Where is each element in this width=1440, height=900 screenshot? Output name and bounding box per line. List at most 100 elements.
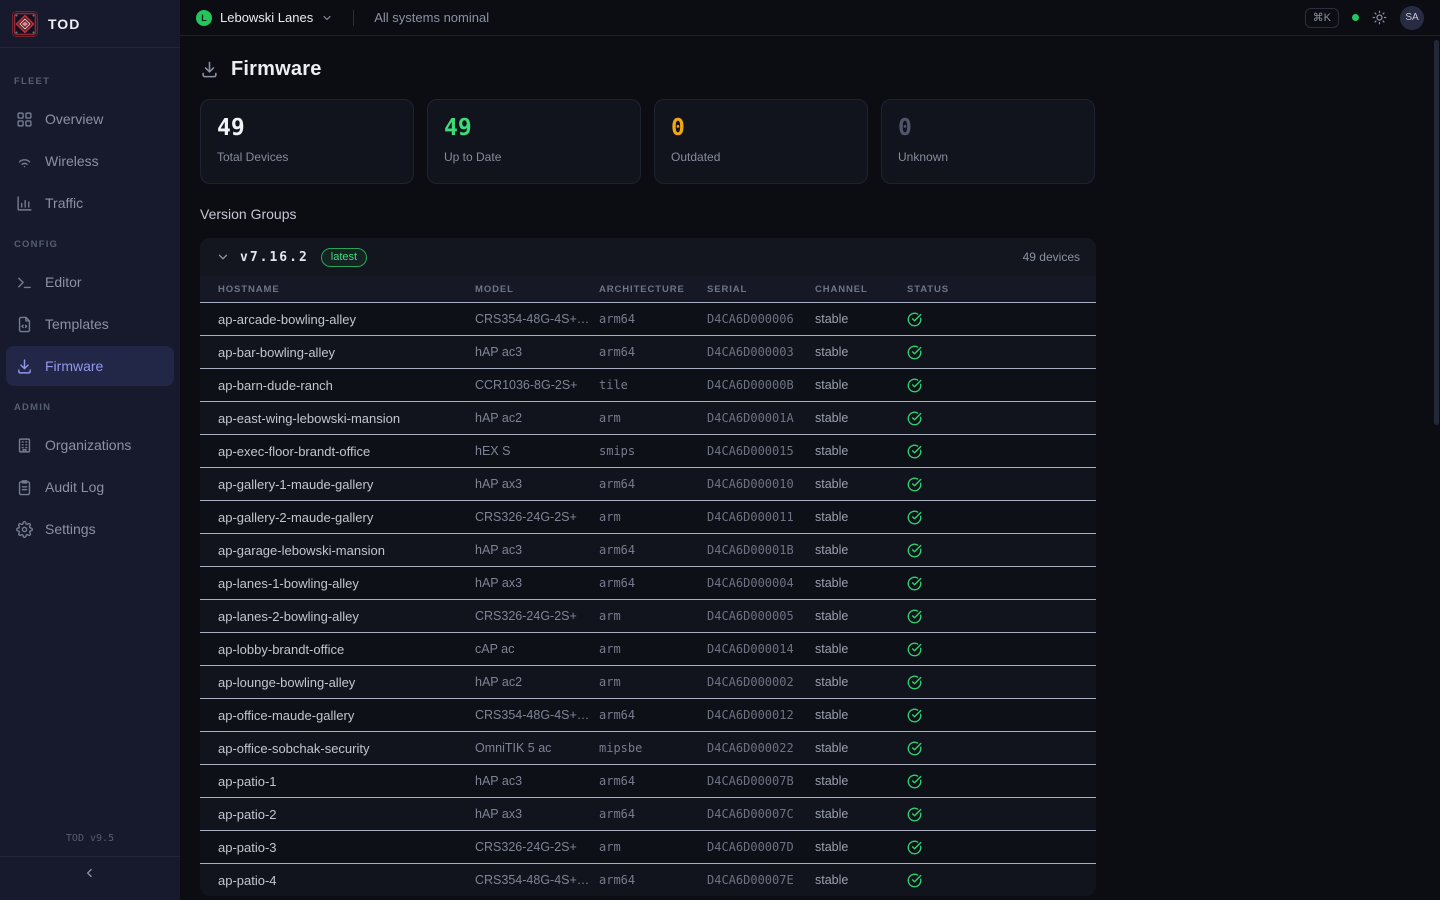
command-palette-button[interactable]: ⌘K <box>1305 8 1339 28</box>
stat-card-total-devices: 49 Total Devices <box>200 99 414 184</box>
sidebar-item-label: Overview <box>45 111 103 127</box>
cell-channel: stable <box>815 708 907 722</box>
table-row[interactable]: ap-arcade-bowling-alley CRS354-48G-4S+… … <box>200 302 1096 335</box>
sidebar-item-label: Organizations <box>45 437 131 453</box>
cell-serial: D4CA6D000006 <box>707 312 815 326</box>
health-status-dot <box>1352 14 1359 21</box>
cell-architecture: arm <box>599 609 707 623</box>
table-row[interactable]: ap-lounge-bowling-alley hAP ac2 arm D4CA… <box>200 665 1096 698</box>
check-circle-icon <box>907 708 1096 723</box>
cell-serial: D4CA6D000012 <box>707 708 815 722</box>
cell-channel: stable <box>815 312 907 326</box>
cell-hostname: ap-bar-bowling-alley <box>218 345 475 360</box>
check-circle-icon <box>907 675 1096 690</box>
org-selector[interactable]: L Lebowski Lanes <box>196 10 333 26</box>
sidebar-item-editor[interactable]: Editor <box>6 262 174 302</box>
cell-architecture: arm64 <box>599 873 707 887</box>
sidebar-item-overview[interactable]: Overview <box>6 99 174 139</box>
table-row[interactable]: ap-patio-3 CRS326-24G-2S+ arm D4CA6D0000… <box>200 830 1096 863</box>
table-row[interactable]: ap-office-sobchak-security OmniTIK 5 ac … <box>200 731 1096 764</box>
column-header-serial: SERIAL <box>707 284 815 295</box>
sidebar-item-wireless[interactable]: Wireless <box>6 141 174 181</box>
table-row[interactable]: ap-gallery-2-maude-gallery CRS326-24G-2S… <box>200 500 1096 533</box>
stat-value: 0 <box>898 115 1078 141</box>
gear-icon <box>16 521 33 538</box>
table-row[interactable]: ap-exec-floor-brandt-office hEX S smips … <box>200 434 1096 467</box>
user-avatar[interactable]: SA <box>1400 6 1424 30</box>
sidebar-item-settings[interactable]: Settings <box>6 509 174 549</box>
table-row[interactable]: ap-lanes-2-bowling-alley CRS326-24G-2S+ … <box>200 599 1096 632</box>
cell-model: hAP ax3 <box>475 807 599 821</box>
stats-grid: 49 Total Devices 49 Up to Date 0 Outdate… <box>200 99 1096 184</box>
cell-channel: stable <box>815 873 907 887</box>
scrollbar-thumb[interactable] <box>1434 40 1439 425</box>
cell-architecture: arm64 <box>599 708 707 722</box>
cell-serial: D4CA6D00001A <box>707 411 815 425</box>
cell-model: hAP ac3 <box>475 543 599 557</box>
stat-label: Outdated <box>671 150 851 164</box>
table-row[interactable]: ap-patio-1 hAP ac3 arm64 D4CA6D00007B st… <box>200 764 1096 797</box>
sidebar-item-firmware[interactable]: Firmware <box>6 346 174 386</box>
cell-serial: D4CA6D000005 <box>707 609 815 623</box>
stat-label: Unknown <box>898 150 1078 164</box>
cell-channel: stable <box>815 741 907 755</box>
cell-model: CRS326-24G-2S+ <box>475 609 599 623</box>
table-row[interactable]: ap-gallery-1-maude-gallery hAP ax3 arm64… <box>200 467 1096 500</box>
check-circle-icon <box>907 378 1096 393</box>
cell-serial: D4CA6D00007D <box>707 840 815 854</box>
cell-architecture: arm64 <box>599 477 707 491</box>
theme-toggle-sun-icon[interactable] <box>1372 10 1387 25</box>
cell-serial: D4CA6D000004 <box>707 576 815 590</box>
cell-channel: stable <box>815 642 907 656</box>
cell-architecture: tile <box>599 378 707 392</box>
stat-value: 49 <box>444 115 624 141</box>
table-row[interactable]: ap-barn-dude-ranch CCR1036-8G-2S+ tile D… <box>200 368 1096 401</box>
table-row[interactable]: ap-office-maude-gallery CRS354-48G-4S+… … <box>200 698 1096 731</box>
cell-serial: D4CA6D000014 <box>707 642 815 656</box>
cell-channel: stable <box>815 675 907 689</box>
cell-hostname: ap-patio-3 <box>218 840 475 855</box>
cell-architecture: arm64 <box>599 345 707 359</box>
topbar-divider <box>353 10 354 26</box>
nav-section-config: CONFIG <box>6 225 174 260</box>
check-circle-icon <box>907 642 1096 657</box>
table-row[interactable]: ap-patio-2 hAP ax3 arm64 D4CA6D00007C st… <box>200 797 1096 830</box>
sidebar-collapse-button[interactable] <box>0 856 180 894</box>
device-count: 49 devices <box>1023 250 1080 264</box>
cell-channel: stable <box>815 807 907 821</box>
cell-hostname: ap-patio-4 <box>218 873 475 888</box>
cell-serial: D4CA6D00007B <box>707 774 815 788</box>
table-row[interactable]: ap-lobby-brandt-office cAP ac arm D4CA6D… <box>200 632 1096 665</box>
cell-model: OmniTIK 5 ac <box>475 741 599 755</box>
chevron-down-icon <box>321 12 333 24</box>
sidebar-item-traffic[interactable]: Traffic <box>6 183 174 223</box>
wifi-icon <box>16 153 33 170</box>
sidebar-item-label: Settings <box>45 521 96 537</box>
check-circle-icon <box>907 807 1096 822</box>
table-row[interactable]: ap-bar-bowling-alley hAP ac3 arm64 D4CA6… <box>200 335 1096 368</box>
table-row[interactable]: ap-garage-lebowski-mansion hAP ac3 arm64… <box>200 533 1096 566</box>
cell-serial: D4CA6D000022 <box>707 741 815 755</box>
sidebar-item-label: Audit Log <box>45 479 104 495</box>
cell-channel: stable <box>815 345 907 359</box>
version-group-header[interactable]: v7.16.2 latest 49 devices <box>200 238 1096 276</box>
app-logo-row[interactable]: TOD <box>0 0 180 48</box>
chevron-left-icon <box>83 866 97 885</box>
cell-model: cAP ac <box>475 642 599 656</box>
table-row[interactable]: ap-lanes-1-bowling-alley hAP ax3 arm64 D… <box>200 566 1096 599</box>
page-title: Firmware <box>231 58 322 81</box>
org-avatar: L <box>196 10 212 26</box>
cell-serial: D4CA6D00001B <box>707 543 815 557</box>
table-row[interactable]: ap-patio-4 CRS354-48G-4S+… arm64 D4CA6D0… <box>200 863 1096 896</box>
table-row[interactable]: ap-east-wing-lebowski-mansion hAP ac2 ar… <box>200 401 1096 434</box>
stat-label: Total Devices <box>217 150 397 164</box>
cell-architecture: arm64 <box>599 774 707 788</box>
section-title: Version Groups <box>200 206 1096 222</box>
sidebar-item-organizations[interactable]: Organizations <box>6 425 174 465</box>
app-version-label: TOD v9.5 <box>0 825 180 856</box>
file-code-icon <box>16 316 33 333</box>
sidebar-item-audit-log[interactable]: Audit Log <box>6 467 174 507</box>
sidebar-item-templates[interactable]: Templates <box>6 304 174 344</box>
stat-card-unknown: 0 Unknown <box>881 99 1095 184</box>
check-circle-icon <box>907 312 1096 327</box>
